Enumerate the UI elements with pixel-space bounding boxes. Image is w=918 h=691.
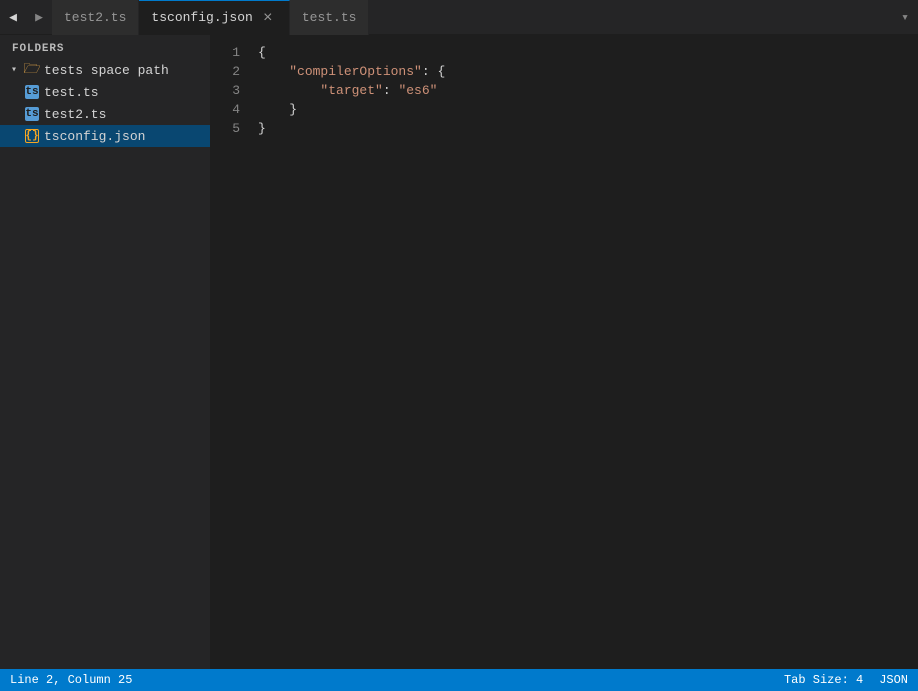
folder-chevron: ▾ bbox=[8, 64, 20, 76]
sidebar-header: FOLDERS bbox=[0, 35, 210, 59]
ts-file-icon: ts bbox=[24, 84, 40, 100]
code-line: "compilerOptions": { bbox=[258, 62, 918, 81]
tab-overflow-button[interactable]: ▾ bbox=[892, 0, 918, 35]
status-bar: Line 2, Column 25 Tab Size: 4 JSON bbox=[0, 669, 918, 691]
language-mode: JSON bbox=[879, 673, 908, 687]
code-line: } bbox=[258, 100, 918, 119]
editor-area: 12345 { "compilerOptions": { "target": "… bbox=[210, 35, 918, 669]
nav-forward-button[interactable]: ▶ bbox=[26, 0, 52, 35]
line-number: 2 bbox=[210, 62, 240, 81]
tab-test[interactable]: test.ts bbox=[290, 0, 370, 35]
status-right: Tab Size: 4 JSON bbox=[784, 673, 908, 687]
editor-content[interactable]: 12345 { "compilerOptions": { "target": "… bbox=[210, 35, 918, 669]
tab-tsconfig[interactable]: tsconfig.json × bbox=[139, 0, 289, 35]
status-left: Line 2, Column 25 bbox=[10, 673, 132, 687]
code-area[interactable]: { "compilerOptions": { "target": "es6" }… bbox=[250, 43, 918, 669]
tab-tsconfig-label: tsconfig.json bbox=[151, 10, 252, 25]
tab-test2-label: test2.ts bbox=[64, 10, 126, 25]
file-label-test2-ts: test2.ts bbox=[44, 107, 210, 122]
folder-tree: ▾ 🗁 tests space path ts test.ts ts test2… bbox=[0, 59, 210, 669]
tab-bar: ◀ ▶ test2.ts tsconfig.json × test.ts ▾ bbox=[0, 0, 918, 35]
line-number: 5 bbox=[210, 119, 240, 138]
main-area: FOLDERS ▾ 🗁 tests space path ts test.ts … bbox=[0, 35, 918, 669]
code-line: { bbox=[258, 43, 918, 62]
sidebar: FOLDERS ▾ 🗁 tests space path ts test.ts … bbox=[0, 35, 210, 669]
tab-test2[interactable]: test2.ts bbox=[52, 0, 139, 35]
tab-tsconfig-close[interactable]: × bbox=[259, 9, 277, 27]
folder-label: tests space path bbox=[44, 63, 210, 78]
tree-item-test2-ts[interactable]: ts test2.ts bbox=[0, 103, 210, 125]
tree-item-test-ts[interactable]: ts test.ts bbox=[0, 81, 210, 103]
tab-test-label: test.ts bbox=[302, 10, 357, 25]
cursor-position: Line 2, Column 25 bbox=[10, 673, 132, 687]
file-label-tsconfig-json: tsconfig.json bbox=[44, 129, 210, 144]
tree-root-folder[interactable]: ▾ 🗁 tests space path bbox=[0, 59, 210, 81]
tabs-container: test2.ts tsconfig.json × test.ts bbox=[52, 0, 892, 35]
line-numbers: 12345 bbox=[210, 43, 250, 669]
nav-back-button[interactable]: ◀ bbox=[0, 0, 26, 35]
code-line: "target": "es6" bbox=[258, 81, 918, 100]
line-number: 1 bbox=[210, 43, 240, 62]
json-file-icon: {} bbox=[24, 128, 40, 144]
tab-size: Tab Size: 4 bbox=[784, 673, 863, 687]
folder-icon: 🗁 bbox=[24, 62, 40, 78]
ts-file-icon-2: ts bbox=[24, 106, 40, 122]
line-number: 4 bbox=[210, 100, 240, 119]
tree-item-tsconfig-json[interactable]: {} tsconfig.json bbox=[0, 125, 210, 147]
file-label-test-ts: test.ts bbox=[44, 85, 210, 100]
line-number: 3 bbox=[210, 81, 240, 100]
code-line: } bbox=[258, 119, 918, 138]
